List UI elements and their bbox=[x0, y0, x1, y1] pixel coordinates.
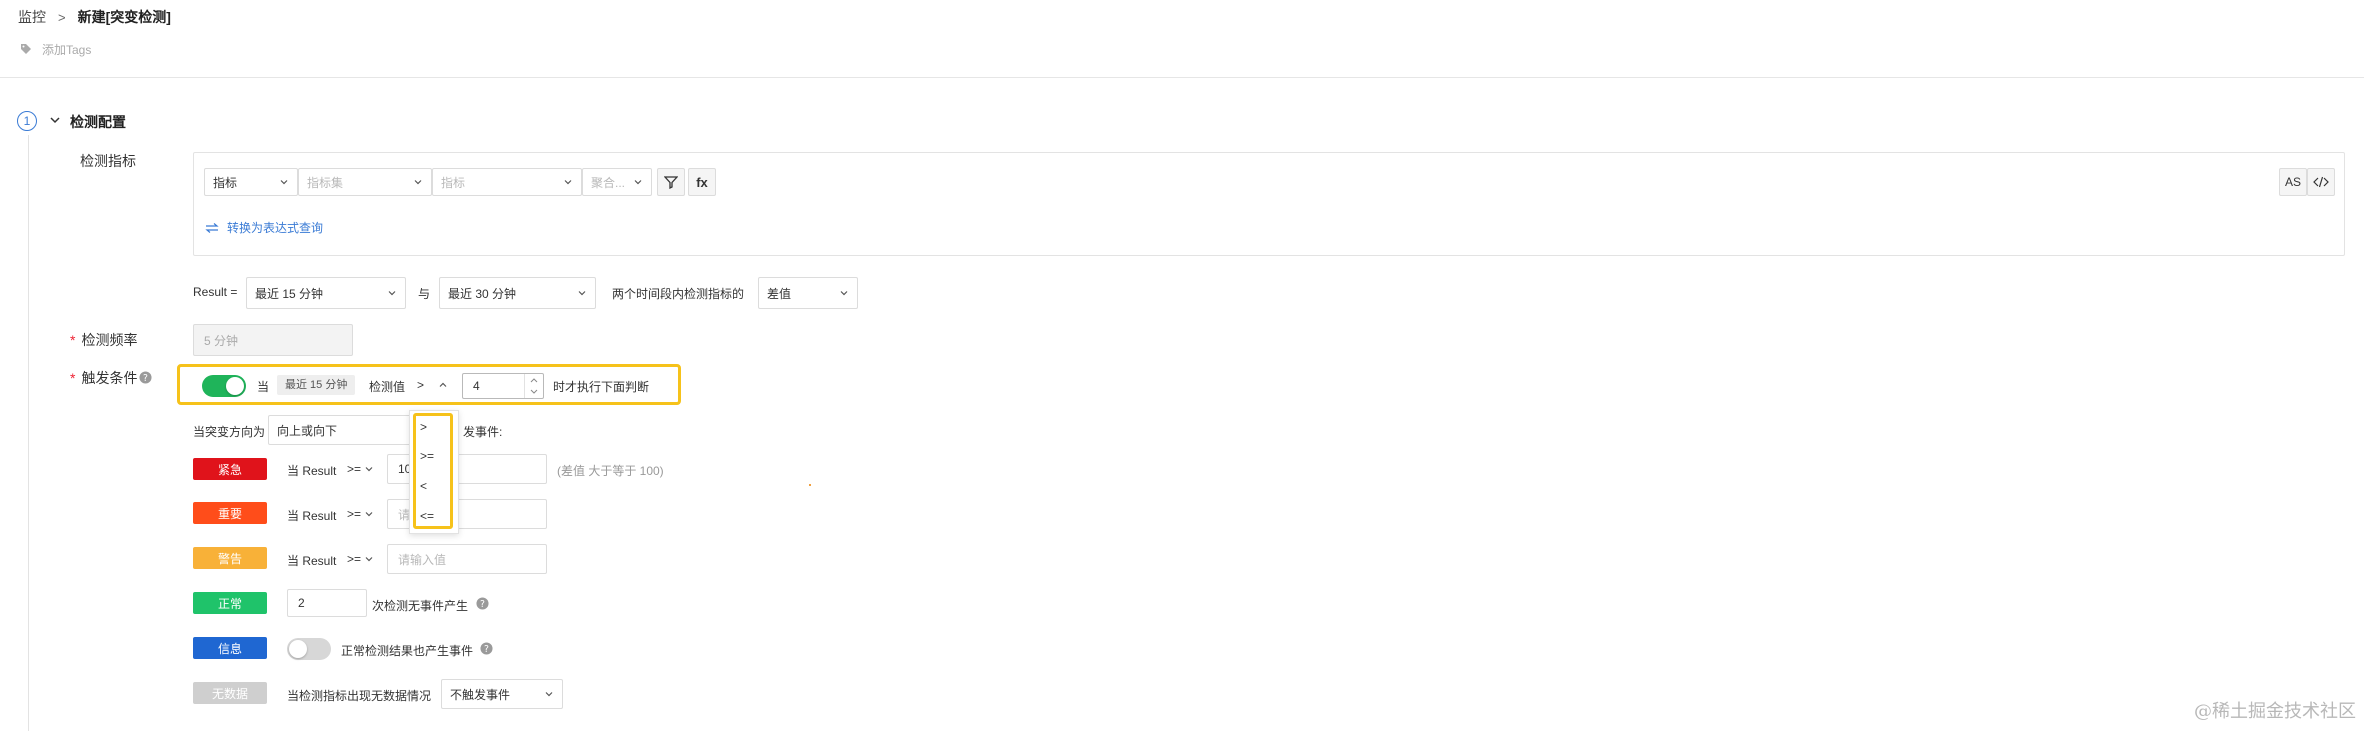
step-number: 1 bbox=[17, 111, 37, 131]
chevron-down-icon bbox=[578, 291, 586, 296]
chevron-up-icon bbox=[439, 382, 447, 387]
error-badge: 重要 bbox=[193, 502, 267, 524]
trigger-suffix-text: 时才执行下面判断 bbox=[553, 380, 650, 394]
chevron-down-icon bbox=[634, 180, 642, 185]
chevron-down-icon bbox=[388, 291, 396, 296]
trigger-toggle[interactable] bbox=[202, 375, 246, 397]
trigger-detect-text: 检测值 bbox=[369, 380, 406, 394]
breadcrumb-parent-link[interactable]: 监控 bbox=[18, 7, 46, 27]
result-and-text: 与 bbox=[418, 287, 431, 301]
function-button[interactable]: fx bbox=[688, 168, 716, 196]
metric-label: 检测指标 bbox=[80, 153, 136, 169]
chevron-down-icon bbox=[545, 692, 553, 697]
direction-prefix: 当突变方向为 bbox=[193, 425, 266, 439]
watermark: @稀土掘金技术社区 bbox=[2194, 701, 2356, 722]
aggregate-select[interactable]: 聚合... bbox=[582, 168, 652, 196]
ok-suffix: 次检测无事件产生 bbox=[372, 599, 469, 613]
stray-dot bbox=[809, 484, 811, 486]
add-tags-label: 添加Tags bbox=[42, 42, 92, 57]
help-icon[interactable]: ? bbox=[480, 642, 493, 655]
critical-hint: (差值 大于等于 100) bbox=[557, 464, 664, 478]
section-title: 检测配置 bbox=[70, 114, 126, 130]
result-range-a-select[interactable]: 最近 15 分钟 bbox=[246, 277, 406, 309]
trigger-range-chip: 最近 15 分钟 bbox=[277, 375, 356, 395]
nodata-prefix: 当检测指标出现无数据情况 bbox=[287, 689, 432, 703]
help-icon[interactable]: ? bbox=[476, 597, 489, 610]
filter-icon bbox=[664, 176, 678, 189]
chevron-down-icon bbox=[840, 291, 848, 296]
chevron-down-icon bbox=[564, 180, 572, 185]
warning-operator-select[interactable]: >= bbox=[347, 552, 374, 566]
toggle-knob bbox=[289, 640, 307, 658]
critical-when: 当 Result bbox=[287, 464, 337, 478]
number-stepper[interactable] bbox=[524, 374, 543, 398]
chevron-down-icon bbox=[280, 180, 288, 185]
code-button[interactable] bbox=[2307, 168, 2335, 196]
add-tags-button[interactable]: 添加Tags bbox=[20, 40, 91, 58]
stepper-down-icon[interactable] bbox=[525, 386, 543, 398]
chevron-down-icon bbox=[365, 512, 373, 517]
dropdown-highlight bbox=[413, 413, 453, 529]
chevron-down-icon[interactable] bbox=[49, 114, 61, 126]
svg-text:?: ? bbox=[143, 373, 148, 384]
code-icon bbox=[2313, 176, 2329, 188]
result-function-select[interactable]: 差值 bbox=[758, 277, 858, 309]
info-badge: 信息 bbox=[193, 637, 267, 659]
breadcrumb: 监控 > 新建[突变检测] bbox=[18, 6, 171, 28]
error-operator-select[interactable]: >= bbox=[347, 507, 374, 521]
header-divider bbox=[0, 77, 2364, 78]
step-connector-line bbox=[28, 135, 29, 731]
required-mark: * bbox=[70, 332, 76, 348]
result-prefix: Result = bbox=[193, 285, 238, 299]
switch-to-expression-link[interactable]: 转换为表达式查询 bbox=[205, 219, 323, 236]
warning-when: 当 Result bbox=[287, 554, 337, 568]
svg-text:?: ? bbox=[480, 599, 485, 610]
required-mark: * bbox=[70, 370, 76, 386]
trigger-label: * 触发条件 bbox=[70, 370, 138, 386]
trigger-operator-select[interactable]: > bbox=[417, 378, 448, 392]
help-icon[interactable]: ? bbox=[139, 371, 152, 384]
critical-badge: 紧急 bbox=[193, 458, 267, 480]
trigger-value-input[interactable]: 4 bbox=[462, 373, 544, 399]
info-toggle[interactable] bbox=[287, 638, 331, 660]
swap-icon bbox=[205, 222, 219, 233]
trigger-when-text: 当 bbox=[257, 380, 270, 394]
chevron-down-icon bbox=[414, 180, 422, 185]
breadcrumb-separator-icon: > bbox=[58, 9, 66, 25]
critical-operator-select[interactable]: >= bbox=[347, 462, 374, 476]
toggle-knob bbox=[226, 377, 244, 395]
query-type-select[interactable]: 指标 bbox=[204, 168, 298, 196]
nodata-select[interactable]: 不触发事件 bbox=[441, 679, 563, 709]
result-description: 两个时间段内检测指标的 bbox=[612, 287, 745, 301]
metric-select[interactable]: 指标 bbox=[432, 168, 582, 196]
ok-count-input[interactable]: 2 bbox=[287, 589, 367, 617]
nodata-badge: 无数据 bbox=[193, 682, 267, 704]
svg-text:?: ? bbox=[484, 644, 489, 655]
tag-icon bbox=[21, 44, 31, 54]
direction-select[interactable]: 向上或向下 bbox=[268, 415, 413, 445]
warning-value-input[interactable]: 请输入值 bbox=[387, 544, 547, 574]
page-title: 新建[突变检测] bbox=[77, 9, 171, 25]
info-suffix: 正常检测结果也产生事件 bbox=[341, 644, 474, 658]
warning-badge: 警告 bbox=[193, 547, 267, 569]
frequency-label: * 检测频率 bbox=[70, 332, 138, 348]
direction-suffix: 发事件: bbox=[463, 425, 503, 439]
stepper-up-icon[interactable] bbox=[525, 374, 543, 386]
chevron-down-icon bbox=[365, 467, 373, 472]
chevron-down-icon bbox=[365, 557, 373, 562]
alias-button[interactable]: AS bbox=[2279, 168, 2307, 196]
metric-set-select[interactable]: 指标集 bbox=[298, 168, 432, 196]
result-range-b-select[interactable]: 最近 30 分钟 bbox=[439, 277, 596, 309]
query-builder: 指标 指标集 指标 聚合... fx AS bbox=[193, 152, 2345, 256]
frequency-input: 5 分钟 bbox=[193, 324, 353, 356]
filter-button[interactable] bbox=[657, 168, 685, 196]
ok-badge: 正常 bbox=[193, 592, 267, 614]
error-when: 当 Result bbox=[287, 509, 337, 523]
